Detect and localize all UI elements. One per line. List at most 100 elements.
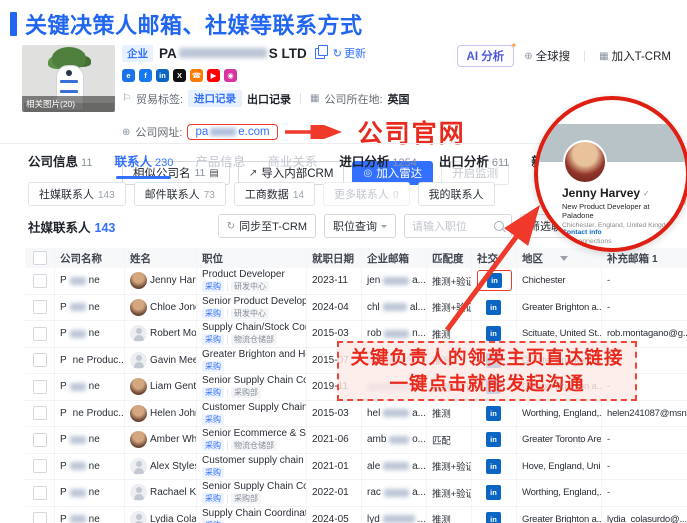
browser-icon[interactable]: e <box>122 69 135 82</box>
website-link[interactable]: pa e.com <box>195 126 269 138</box>
cell-company: Pne <box>55 480 125 506</box>
position-query-dropdown[interactable]: 职位查询 <box>324 214 396 238</box>
cell-company: Pne <box>55 454 125 480</box>
linkedin-icon[interactable]: in <box>486 512 501 523</box>
cell-match: 推测+验证 <box>427 480 472 506</box>
avatar <box>130 484 147 501</box>
join-tcrm-button[interactable]: ▦ 加入T-CRM <box>599 48 671 64</box>
tab-3[interactable]: 商业关系 <box>267 151 317 179</box>
cell-company: Pne <box>55 295 125 321</box>
row-checkbox[interactable] <box>33 433 47 447</box>
x-icon[interactable]: X <box>173 69 186 82</box>
cell-match: 推测 <box>427 507 472 523</box>
subtab-2[interactable]: 工商数据14 <box>234 182 315 206</box>
instagram-icon[interactable]: ◉ <box>224 69 237 82</box>
linkedin-cell: in <box>477 510 510 523</box>
role-tag: 采购 <box>202 493 224 504</box>
table-row: PneChloe JonesSenior Product Developer采购… <box>25 295 687 322</box>
ai-analyze-button[interactable]: AI 分析 ✦ <box>457 45 515 67</box>
redacted-text <box>70 489 86 497</box>
search-icon[interactable] <box>494 221 504 231</box>
export-records-pill[interactable]: 出口记录 <box>247 91 291 107</box>
tab-5[interactable]: 出口分析611 <box>439 151 510 179</box>
role-tag: 采购 <box>202 440 224 451</box>
cell-social: in <box>472 507 517 523</box>
company-location-icon: ▦ <box>310 93 319 104</box>
row-checkbox[interactable] <box>33 459 47 473</box>
subtab-1[interactable]: 邮件联系人73 <box>134 182 226 206</box>
position-search-input[interactable]: 请输入职位 <box>404 214 512 238</box>
youtube-icon[interactable]: ▶ <box>207 69 220 82</box>
linkedin-icon[interactable]: in <box>486 432 501 447</box>
redacted-text <box>383 462 409 470</box>
redacted-text <box>70 330 86 338</box>
cell-extra-email: - <box>602 427 687 453</box>
related-images-label[interactable]: 相关图片(20) <box>22 96 115 112</box>
avatar <box>130 352 147 369</box>
cell-name: Alex Styles <box>125 454 197 480</box>
refresh-icon: ↻ <box>333 47 342 60</box>
tab-2[interactable]: 产品信息 <box>195 151 245 179</box>
tab-1[interactable]: 联系人230 <box>114 151 173 179</box>
row-checkbox[interactable] <box>33 486 47 500</box>
cell-start-date: 2015-03 <box>307 401 362 427</box>
linkedin-icon[interactable]: in <box>486 326 501 341</box>
contact-info-link[interactable]: Contact info <box>562 229 602 236</box>
row-checkbox[interactable] <box>33 353 47 367</box>
company-photo[interactable]: 相关图片(20) <box>22 45 115 112</box>
row-checkbox[interactable] <box>33 274 47 288</box>
cell-area: Greater Toronto Area <box>517 427 602 453</box>
tab-0[interactable]: 公司信息11 <box>28 151 92 179</box>
cell-email: lyd... <box>362 507 427 523</box>
linkedin-icon[interactable]: in <box>486 485 501 500</box>
column-header-2: 职位 <box>197 248 307 268</box>
linkedin-icon[interactable]: in <box>486 300 501 315</box>
facebook-icon[interactable]: f <box>139 69 152 82</box>
linkedin-icon[interactable]: in <box>487 273 502 288</box>
select-all-checkbox[interactable] <box>33 251 47 265</box>
redacted-text <box>383 303 407 311</box>
cell-company: Pne <box>55 507 125 523</box>
official-website-callout: 公司官网 <box>358 114 466 150</box>
cell-match: 推测 <box>427 401 472 427</box>
import-records-pill[interactable]: 进口记录 <box>188 90 242 107</box>
linkedin-icon[interactable]: in <box>486 406 501 421</box>
subtab-3[interactable]: 更多联系人0 <box>323 182 410 206</box>
website-highlight-box: pa e.com <box>187 124 277 140</box>
column-header-5: 匹配度 <box>427 248 472 268</box>
copy-icon[interactable] <box>315 48 325 59</box>
refresh-button[interactable]: ↻ 更新 <box>333 45 366 61</box>
row-check-cell <box>25 454 55 480</box>
global-search-button[interactable]: ⊕ 全球搜 <box>524 48 570 64</box>
cell-position: Senior Ecommerce & Supply Cha...采购物流仓储部 <box>197 427 307 453</box>
linkedin-icon[interactable]: in <box>486 459 501 474</box>
cell-name: Jenny Harvey <box>125 268 197 294</box>
table-row: PneAlex StylesCustomer supply chain coor… <box>25 454 687 481</box>
linkedin-connections: 132 connections <box>562 238 682 245</box>
subtab-0[interactable]: 社媒联系人143 <box>28 182 126 206</box>
sparkle-icon: ✦ <box>511 41 518 50</box>
tab-4[interactable]: 进口分析1254 <box>339 151 417 179</box>
cell-area: Hove, England, Uni... <box>517 454 602 480</box>
company-name: PA S LTD <box>159 46 307 61</box>
cell-name: Robert Monta... <box>125 321 197 347</box>
redacted-text <box>70 303 86 311</box>
sync-tcrm-button[interactable]: ↻ 同步至T-CRM <box>218 214 316 238</box>
dept-tag: 研发中心 <box>231 281 269 292</box>
row-checkbox[interactable] <box>33 327 47 341</box>
phone-icon[interactable]: ☎ <box>190 69 203 82</box>
title-accent-bar <box>10 12 17 36</box>
row-checkbox[interactable] <box>33 380 47 394</box>
cell-name: Liam Gent <box>125 374 197 400</box>
row-checkbox[interactable] <box>33 300 47 314</box>
row-check-cell <box>25 321 55 347</box>
linkedin-icon[interactable]: in <box>156 69 169 82</box>
filter-icon[interactable] <box>560 256 568 261</box>
dept-tag: 采购部 <box>231 387 261 398</box>
avatar <box>130 405 147 422</box>
row-checkbox[interactable] <box>33 512 47 523</box>
row-checkbox[interactable] <box>33 406 47 420</box>
subtab-4[interactable]: 我的联系人 <box>418 182 495 206</box>
cell-social: in <box>472 268 517 294</box>
redacted-text <box>383 515 415 523</box>
